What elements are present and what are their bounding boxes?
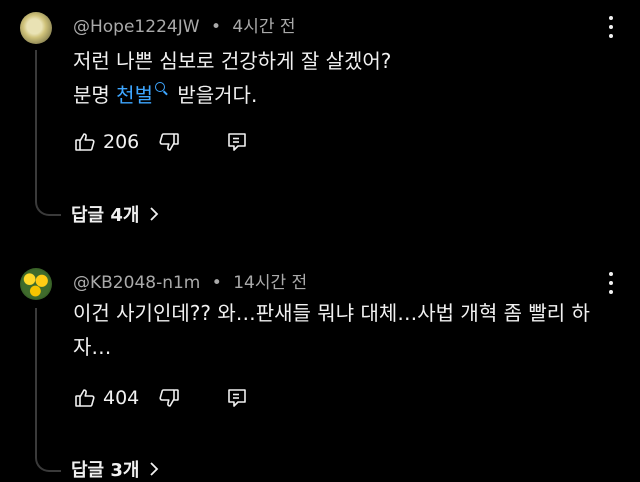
search-link[interactable]: 천벌 (116, 83, 153, 107)
thumb-down-icon[interactable] (157, 386, 181, 410)
thumb-up-icon[interactable] (73, 386, 97, 410)
view-replies-button[interactable]: 답글 4개 (71, 201, 159, 227)
reply-comment-icon[interactable] (225, 386, 249, 410)
comment-actions: 206 (73, 130, 249, 154)
thread-line (35, 50, 37, 200)
comment-text-line-1: 저런 나쁜 심보로 건강하게 잘 살겠어? (73, 49, 392, 73)
comment-meta: @KB2048-n1m • 14시간 전 (73, 268, 307, 293)
view-replies-button[interactable]: 답글 3개 (71, 456, 159, 482)
kebab-menu-icon[interactable] (608, 16, 614, 38)
meta-separator: • (210, 17, 221, 37)
replies-label: 답글 3개 (71, 460, 140, 481)
author-name[interactable]: @KB2048-n1m (73, 273, 200, 293)
search-icon[interactable] (154, 82, 165, 92)
chevron-right-icon (150, 207, 159, 221)
reply-comment-icon[interactable] (225, 130, 249, 154)
replies-label: 답글 4개 (71, 205, 140, 226)
comment-1: @Hope1224JW • 4시간 전 저런 나쁜 심보로 건강하게 잘 살겠어… (0, 0, 640, 240)
avatar[interactable] (20, 268, 52, 300)
comment-text-line-2: 분명 천벌 받을거다. (73, 78, 613, 112)
thumb-down-icon[interactable] (157, 130, 181, 154)
comment-actions: 404 (73, 386, 249, 410)
author-name[interactable]: @Hope1224JW (73, 17, 200, 37)
like-count: 404 (103, 387, 140, 409)
comment-text: 저런 나쁜 심보로 건강하게 잘 살겠어? 분명 천벌 받을거다. (73, 44, 613, 112)
meta-separator: • (211, 273, 222, 293)
thumb-up-icon[interactable] (73, 130, 97, 154)
thread-line (35, 308, 37, 458)
like-count: 206 (103, 131, 140, 153)
comment-2: @KB2048-n1m • 14시간 전 이건 사기인데?? 와…판새들 뭐냐 … (0, 258, 640, 481)
comment-meta: @Hope1224JW • 4시간 전 (73, 12, 296, 37)
kebab-menu-icon[interactable] (608, 272, 614, 294)
timestamp[interactable]: 4시간 전 (232, 17, 295, 37)
chevron-right-icon (150, 462, 159, 476)
comment-text-suffix: 받을거다. (170, 83, 258, 107)
avatar[interactable] (20, 12, 52, 44)
thread-connector (35, 200, 61, 216)
comment-text-prefix: 분명 (73, 83, 117, 107)
timestamp[interactable]: 14시간 전 (233, 273, 307, 293)
thread-connector (35, 456, 61, 472)
comment-text: 이건 사기인데?? 와…판새들 뭐냐 대체…사법 개혁 좀 빨리 하자… (73, 301, 590, 359)
